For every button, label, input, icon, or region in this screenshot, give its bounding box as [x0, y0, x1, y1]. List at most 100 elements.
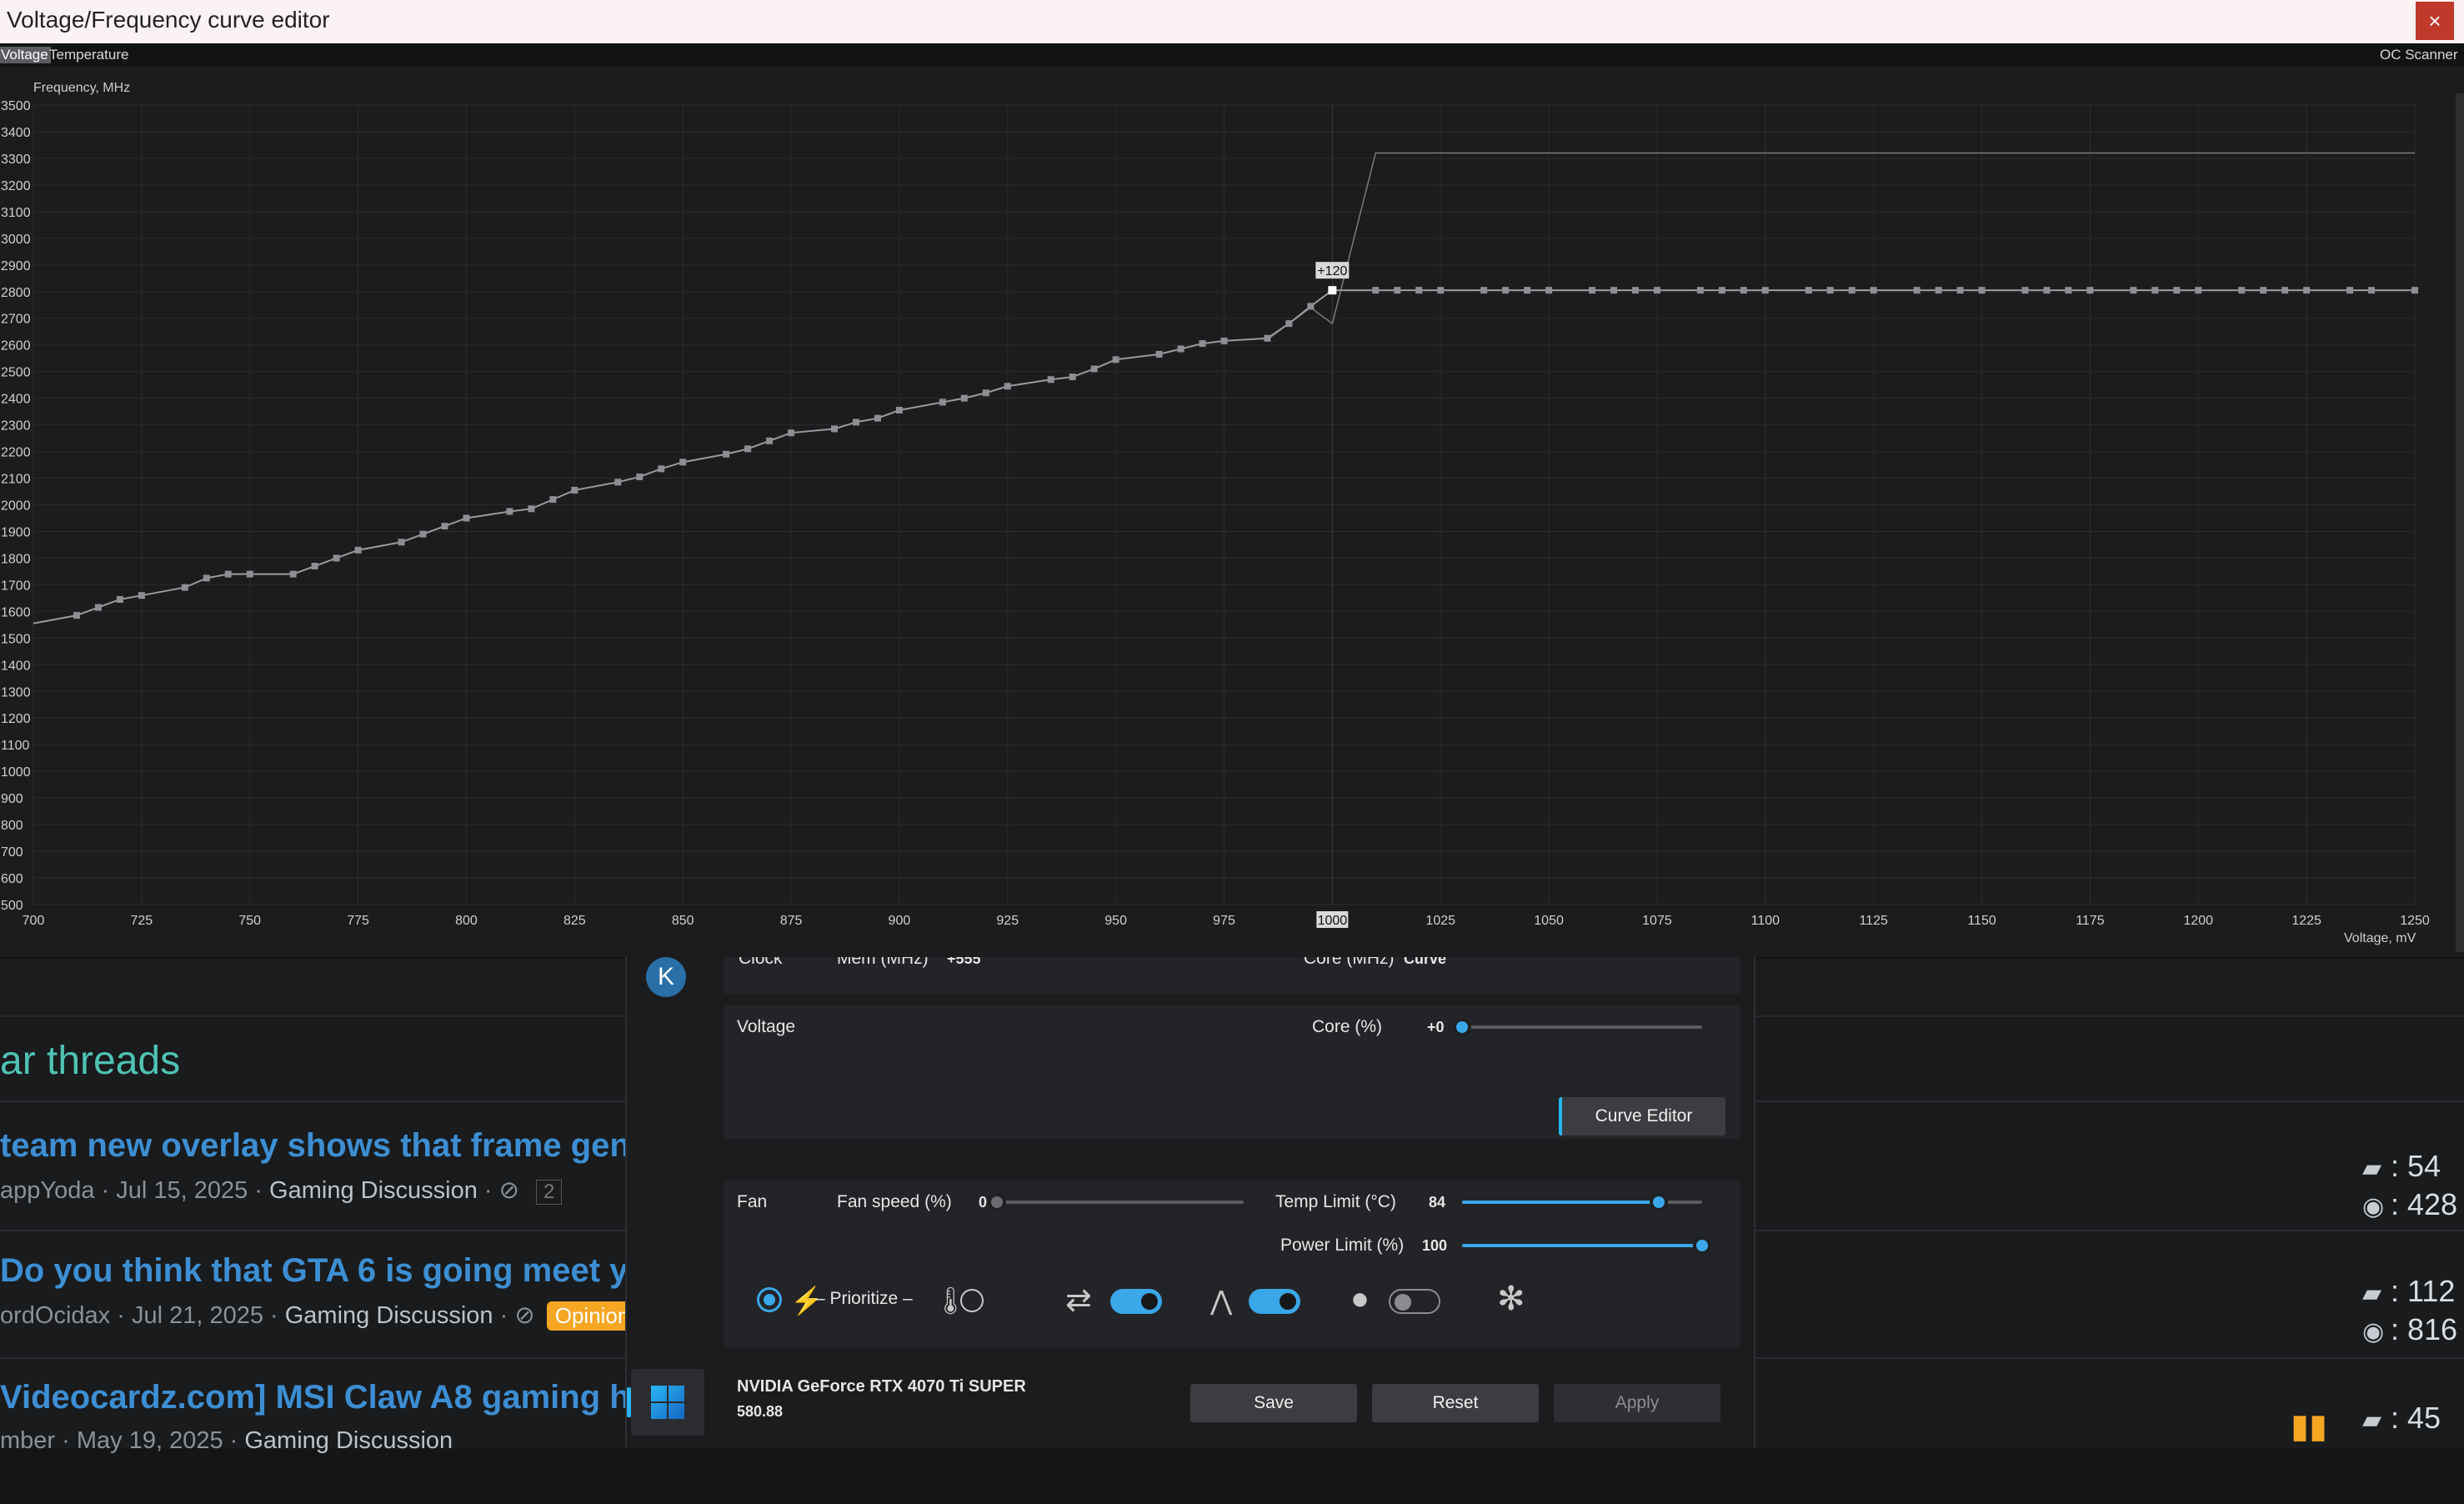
curve-point[interactable] [2021, 287, 2029, 294]
sync-toggle[interactable] [1110, 1289, 1162, 1314]
curve-point[interactable] [1307, 303, 1315, 310]
curve-plot-area[interactable]: 500 600 700 800 900 1000 1100 1200 1300 1400 1500 1… [0, 67, 2464, 957]
curve-point[interactable] [1848, 287, 1856, 294]
temp-priority-radio[interactable] [960, 1289, 984, 1312]
profile-avatar[interactable]: K [646, 957, 686, 997]
apply-button[interactable]: Apply [1554, 1384, 1720, 1422]
curve-point[interactable] [246, 570, 253, 578]
curve-point[interactable] [1826, 287, 1834, 294]
curve-point[interactable] [94, 604, 102, 611]
curve-point[interactable] [549, 496, 557, 504]
curve-point[interactable] [1524, 287, 1531, 294]
curve-point[interactable] [1718, 287, 1725, 294]
curve-point[interactable] [1372, 287, 1380, 294]
curve-point[interactable] [895, 407, 903, 414]
curve-point[interactable] [528, 505, 535, 513]
curve-point[interactable] [1155, 350, 1163, 358]
curve-point[interactable] [2173, 287, 2181, 294]
fan-curve-icon[interactable]: ✻ [1497, 1282, 1525, 1316]
curve-point[interactable] [982, 389, 989, 397]
curve-point[interactable] [1502, 287, 1510, 294]
thread-author[interactable]: ordOcidax [0, 1302, 110, 1329]
curve-point[interactable] [2368, 287, 2376, 294]
curve-point[interactable] [2043, 287, 2051, 294]
curve-point[interactable] [1870, 287, 1877, 294]
curve-point[interactable] [2303, 287, 2311, 294]
thread-category[interactable]: Gaming Discussion [269, 1177, 478, 1204]
curve-point[interactable] [679, 459, 687, 466]
curve-point[interactable] [830, 425, 838, 433]
curve-point[interactable] [788, 429, 795, 437]
slider-knob[interactable] [988, 1193, 1006, 1211]
curve-point[interactable] [224, 570, 232, 578]
curve-point[interactable] [463, 514, 470, 522]
curve-point[interactable] [1545, 287, 1553, 294]
curve-point[interactable] [354, 546, 362, 554]
title-bar[interactable]: Voltage/Frequency curve editor × [0, 0, 2464, 43]
curve-point[interactable] [636, 473, 644, 480]
curve-point[interactable] [2281, 287, 2289, 294]
reset-button[interactable]: Reset [1372, 1384, 1539, 1422]
curve-point[interactable] [1480, 287, 1488, 294]
curve-point[interactable] [1740, 287, 1747, 294]
curve-point[interactable] [1761, 287, 1769, 294]
curve-point[interactable] [1589, 287, 1596, 294]
curve-point[interactable] [1069, 373, 1076, 381]
thread-category[interactable]: Gaming Discussion [285, 1302, 493, 1329]
curve-point[interactable] [658, 465, 665, 473]
curve-point[interactable] [1264, 334, 1271, 342]
curve-point[interactable] [1047, 376, 1054, 384]
vertical-scrollbar[interactable] [2456, 93, 2464, 952]
slider-knob[interactable] [1650, 1193, 1669, 1211]
power-priority-radio[interactable] [757, 1287, 782, 1312]
page-link[interactable]: 2 [536, 1180, 563, 1205]
curve-point[interactable] [1696, 287, 1704, 294]
curve-point[interactable] [1437, 287, 1445, 294]
curve-point[interactable] [398, 539, 405, 546]
temp-limit-slider[interactable] [1462, 1193, 1702, 1211]
user-define-toggle[interactable] [1389, 1289, 1440, 1314]
curve-point[interactable] [571, 486, 578, 494]
curve-series[interactable] [33, 152, 2418, 624]
tab-temperature[interactable]: Temperature [47, 47, 131, 63]
thread-author[interactable]: appYoda [0, 1177, 94, 1204]
curve-point[interactable] [2086, 287, 2094, 294]
curve-point[interactable] [1913, 287, 1921, 294]
windows-profile-tile[interactable] [627, 1369, 704, 1436]
curve-point[interactable] [333, 554, 340, 562]
fan-speed-slider[interactable] [988, 1193, 1244, 1211]
curve-point[interactable] [2130, 287, 2137, 294]
core-voltage-slider[interactable] [1453, 1018, 1702, 1036]
curve-point[interactable] [1285, 320, 1293, 328]
curve-point[interactable] [2195, 287, 2202, 294]
curve-point[interactable] [1220, 337, 1228, 344]
curve-point[interactable] [1112, 356, 1119, 363]
curve-point[interactable] [1090, 365, 1098, 373]
curve-point[interactable] [874, 414, 881, 422]
curve-point[interactable] [1978, 287, 1986, 294]
curve-point[interactable] [2238, 287, 2246, 294]
oc-scanner-button[interactable]: OC Scanner [2377, 47, 2461, 63]
curve-point[interactable] [1935, 287, 1942, 294]
curve-point[interactable] [506, 508, 513, 515]
curve-point[interactable] [723, 450, 730, 458]
curve-point[interactable] [766, 437, 774, 444]
curve-point[interactable] [419, 530, 427, 538]
curve-point[interactable] [939, 399, 946, 406]
curve-point[interactable] [2346, 287, 2354, 294]
curve-point[interactable] [1610, 287, 1618, 294]
curve-point[interactable] [311, 563, 318, 570]
tab-voltage[interactable]: Voltage [0, 47, 51, 63]
curve-point[interactable] [1394, 287, 1401, 294]
curve-point[interactable] [744, 445, 752, 453]
close-button[interactable]: × [2416, 2, 2454, 40]
curve-point[interactable] [1199, 340, 1206, 348]
slider-knob[interactable] [1453, 1018, 1471, 1036]
curve-point[interactable] [1956, 287, 1964, 294]
curve-point[interactable] [181, 584, 188, 591]
thread-category[interactable]: Gaming Discussion [244, 1427, 453, 1454]
curve-point[interactable] [1805, 287, 1812, 294]
curve-point[interactable] [2065, 287, 2072, 294]
thread-author[interactable]: mber [0, 1427, 55, 1454]
curve-point[interactable] [116, 595, 123, 603]
